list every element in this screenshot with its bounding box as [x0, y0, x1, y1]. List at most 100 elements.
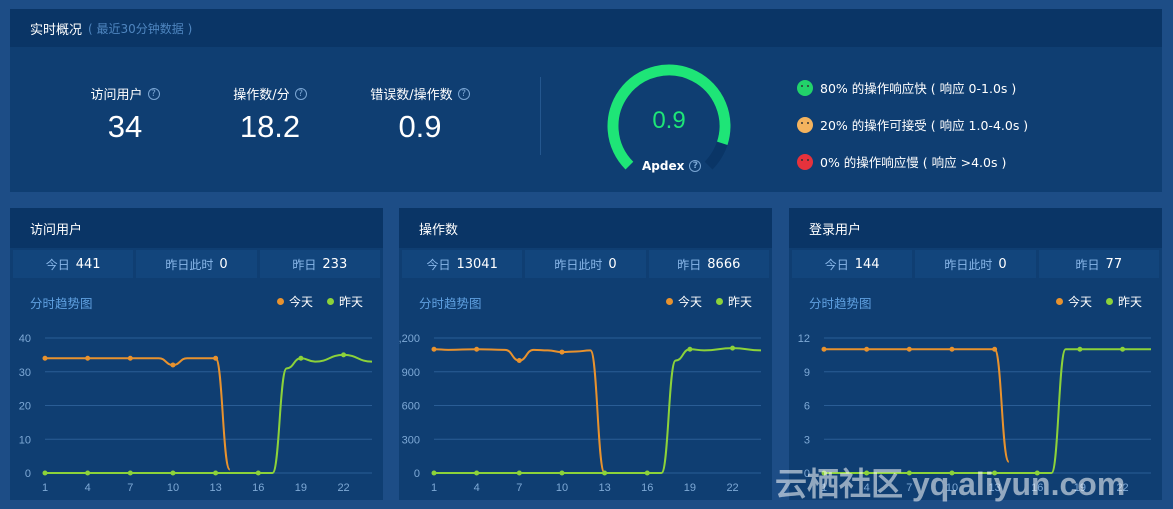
series-today-point [431, 346, 437, 352]
trend-chart: 0 10 20 30 40 1 4 7 10 13 16 19 22 [19, 333, 373, 494]
x-tick-label: 22 [726, 482, 738, 494]
stat-key: 昨日 [1075, 257, 1100, 272]
series-yesterday-point [255, 470, 261, 476]
green-dot-icon [715, 298, 723, 305]
y-tick-label: 1,200 [399, 333, 420, 345]
series-today-point [992, 346, 998, 352]
legend-yesterday[interactable]: 昨天 [715, 293, 752, 310]
series-today-point [864, 346, 870, 352]
trend-header: 分时趋势图 今天 昨天 [399, 278, 772, 311]
legend-today[interactable]: 今天 [1055, 293, 1092, 310]
divider [540, 77, 541, 155]
metric-label: 操作数/分 [233, 88, 290, 103]
x-tick-label: 10 [167, 482, 179, 494]
y-tick-label: 300 [402, 434, 420, 446]
help-icon[interactable]: ? [294, 87, 307, 100]
apdex-label: Apdex [642, 159, 685, 173]
stat-key: 昨日 [677, 257, 702, 272]
watermark: 云栖社区 yq.aliyun.com [775, 466, 1126, 502]
series-yesterday-point [341, 352, 347, 358]
series-yesterday-point [431, 470, 437, 476]
stat-yesterday-now: 昨日此时 0 [915, 250, 1036, 278]
legend-yesterday[interactable]: 昨天 [326, 293, 363, 310]
x-tick-label: 4 [474, 482, 480, 494]
help-icon[interactable]: ? [147, 87, 160, 100]
stat-today: 今日 441 [13, 250, 134, 278]
stat-today: 今日 13041 [402, 250, 523, 278]
series-yesterday-point [602, 470, 608, 476]
series-yesterday-point [730, 345, 736, 351]
series-yesterday-point [474, 470, 480, 476]
x-tick-label: 1 [431, 482, 437, 494]
help-icon[interactable]: ? [689, 160, 702, 172]
series-today-point [906, 346, 912, 352]
series-today-line [44, 357, 231, 471]
y-tick-label: 10 [19, 434, 31, 446]
series-today-point [42, 355, 48, 361]
legend-yesterday[interactable]: 昨天 [1105, 293, 1142, 310]
stat-key: 昨日此时 [554, 257, 603, 272]
stats-row: 今日 441 昨日此时 0 昨日 233 [10, 250, 383, 278]
legend-text: 0% 的操作响应慢 ( 响应 >4.0s ) [820, 155, 1007, 170]
series-today-point [474, 346, 480, 352]
series-yesterday-point [85, 470, 91, 476]
y-tick-label: 40 [19, 333, 31, 345]
panel-title: 操作数 [399, 208, 772, 248]
series-yesterday-point [687, 346, 693, 352]
stat-today: 今日 144 [792, 250, 913, 278]
metric-label: 错误数/操作数 [370, 88, 453, 103]
green-dot-icon [1105, 298, 1113, 305]
stats-row: 今日 144 昨日此时 0 昨日 77 [789, 250, 1162, 278]
trend-title: 分时趋势图 [809, 296, 872, 311]
x-tick-label: 13 [598, 482, 610, 494]
sad-face-icon [797, 153, 813, 170]
legend-label: 昨天 [338, 295, 363, 309]
legend-label: 昨天 [727, 295, 752, 309]
trend-title: 分时趋势图 [419, 296, 482, 311]
y-tick-label: 20 [19, 401, 31, 413]
x-tick-label: 22 [337, 482, 349, 494]
y-tick-label: 3 [804, 434, 810, 446]
x-tick-label: 16 [252, 482, 264, 494]
trend-title: 分时趋势图 [30, 296, 93, 311]
series-yesterday-point [170, 470, 176, 476]
series-today-line [433, 348, 606, 474]
chart-legend: 今天 昨天 [665, 293, 752, 310]
legend-label: 今天 [1067, 295, 1092, 309]
stat-value: 0 [608, 256, 617, 272]
help-icon[interactable]: ? [457, 87, 470, 100]
x-tick-label: 19 [295, 482, 307, 494]
overview-title: 实时概况 [30, 22, 83, 38]
metric-value: 18.2 [239, 109, 301, 144]
apdex-gauge: 0.9 Apdex? [600, 59, 738, 185]
series-yesterday-point [213, 470, 219, 476]
y-tick-label: 0 [414, 468, 420, 480]
series-today-point [213, 355, 219, 361]
happy-face-icon [797, 79, 813, 96]
series-yesterday-line [44, 353, 373, 474]
apdex-legend-acceptable: 20% 的操作可接受 ( 响应 1.0-4.0s ) [797, 115, 1028, 134]
y-tick-label: 900 [402, 367, 420, 379]
y-tick-label: 6 [804, 401, 810, 413]
series-yesterday-point [644, 470, 650, 476]
series-today-point [170, 362, 176, 368]
neutral-face-icon [797, 116, 813, 133]
series-today-point [559, 349, 565, 355]
trend-chart: 0 300 600 900 1,200 1 4 7 10 13 16 19 22 [399, 333, 762, 494]
stat-value: 144 [854, 256, 880, 272]
legend-today[interactable]: 今天 [276, 293, 313, 310]
x-tick-label: 7 [127, 482, 133, 494]
stat-key: 昨日此时 [944, 257, 993, 272]
stat-key: 昨日此时 [165, 257, 214, 272]
y-tick-label: 0 [25, 468, 31, 480]
series-today-point [516, 358, 522, 363]
legend-today[interactable]: 今天 [665, 293, 702, 310]
stat-value: 13041 [456, 256, 498, 272]
y-tick-label: 30 [19, 367, 31, 379]
stat-key: 今日 [824, 257, 849, 272]
apdex-legend-fast: 80% 的操作响应快 ( 响应 0-1.0s ) [797, 78, 1016, 97]
orange-dot-icon [1055, 298, 1063, 305]
stats-row: 今日 13041 昨日此时 0 昨日 8666 [399, 250, 772, 278]
x-tick-label: 19 [684, 482, 696, 494]
legend-label: 今天 [677, 295, 702, 309]
